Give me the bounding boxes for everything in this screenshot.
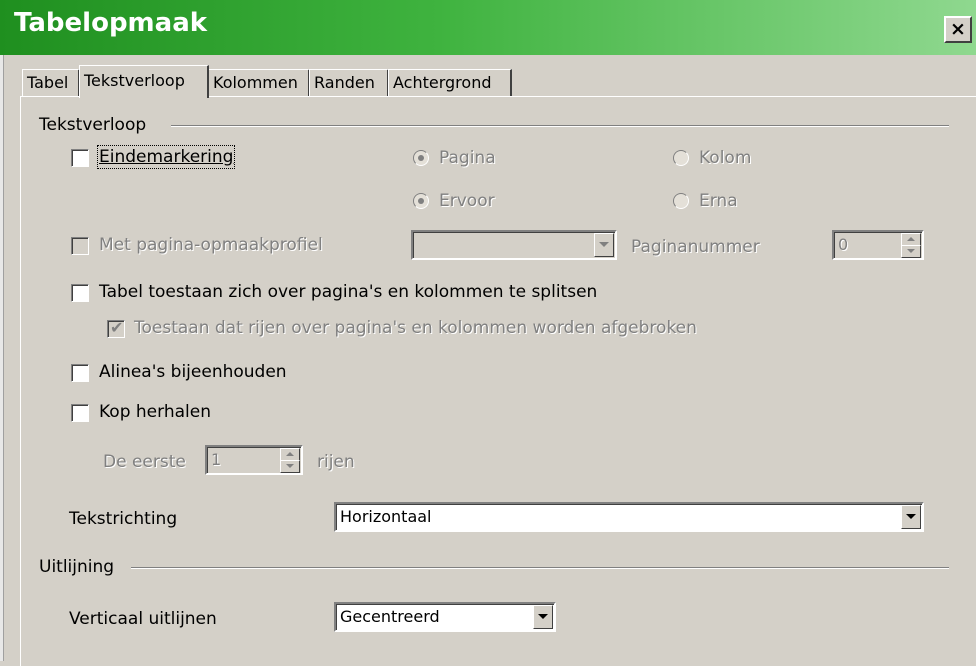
first-rows-spinner[interactable]: 1 (205, 445, 303, 475)
keep-with-next-label: Alinea's bijeenhouden (99, 362, 287, 382)
repeat-heading-label: Kop herhalen (99, 402, 211, 422)
tab-label: Kolommen (213, 73, 298, 92)
spin-down-icon[interactable] (280, 460, 300, 473)
window-border (0, 55, 4, 661)
page-style-checkbox[interactable] (71, 237, 89, 255)
allow-split-checkbox[interactable] (71, 284, 89, 302)
text-direction-label: Tekstrichting (69, 509, 178, 529)
page-number-spinner[interactable]: 0 (832, 230, 924, 260)
break-label: Eindemarkering (96, 145, 236, 169)
close-button[interactable]: × (944, 16, 972, 43)
group-separator (171, 125, 949, 127)
title-bar: Tabelopmaak × (0, 0, 976, 55)
break-checkbox[interactable] (71, 149, 89, 167)
first-rows-label: De eerste (103, 452, 186, 472)
repeat-heading-checkbox[interactable] (71, 404, 89, 422)
page-number-value: 0 (838, 235, 849, 254)
window-title: Tabelopmaak (14, 8, 208, 38)
group-label-alignment: Uitlijning (39, 557, 115, 577)
position-after-radio[interactable] (673, 193, 689, 209)
tab-kolommen[interactable]: Kolommen (208, 69, 310, 97)
tab-label: Randen (314, 73, 375, 92)
type-page-radio[interactable] (413, 150, 429, 166)
tab-label: Tekstverloop (84, 71, 185, 90)
page-style-select[interactable] (411, 230, 617, 260)
chevron-down-icon[interactable] (901, 505, 921, 529)
first-rows-value: 1 (211, 450, 222, 469)
vertical-align-label: Verticaal uitlijnen (69, 609, 217, 629)
text-direction-value: Horizontaal (340, 507, 432, 526)
first-rows-suffix: rijen (317, 452, 355, 472)
tab-randen[interactable]: Randen (309, 69, 389, 97)
type-column-radio[interactable] (673, 150, 689, 166)
tab-achtergrond[interactable]: Achtergrond (388, 69, 512, 97)
tab-panel: Tekstverloop Eindemarkering Pagina Kolom… (20, 96, 976, 666)
group-label-text-flow: Tekstverloop (39, 115, 147, 135)
type-page-label: Pagina (439, 148, 496, 168)
spin-down-icon[interactable] (901, 245, 921, 258)
tab-tekstverloop[interactable]: Tekstverloop (79, 65, 209, 98)
position-before-label: Ervoor (439, 191, 495, 211)
chevron-down-icon[interactable] (533, 605, 553, 629)
allow-row-break-label: Toestaan dat rijen over pagina's en kolo… (134, 318, 697, 338)
vertical-align-value: Gecentreerd (340, 607, 440, 626)
group-separator (131, 567, 949, 569)
keep-with-next-checkbox[interactable] (71, 364, 89, 382)
tab-tabel[interactable]: Tabel (22, 69, 80, 97)
allow-split-label: Tabel toestaan zich over pagina's en kol… (99, 282, 598, 302)
allow-row-break-checkbox[interactable]: ✔ (107, 318, 125, 338)
page-style-label: Met pagina-opmaakprofiel (99, 235, 323, 255)
position-before-radio[interactable] (413, 193, 429, 209)
close-icon: × (950, 18, 966, 40)
tab-label: Achtergrond (393, 73, 492, 92)
text-direction-select[interactable]: Horizontaal (334, 502, 924, 532)
chevron-down-icon[interactable] (594, 233, 614, 257)
type-column-label: Kolom (699, 148, 752, 168)
page-number-label: Paginanummer (631, 237, 760, 257)
vertical-align-select[interactable]: Gecentreerd (334, 602, 556, 632)
tab-label: Tabel (27, 73, 69, 92)
position-after-label: Erna (699, 191, 738, 211)
